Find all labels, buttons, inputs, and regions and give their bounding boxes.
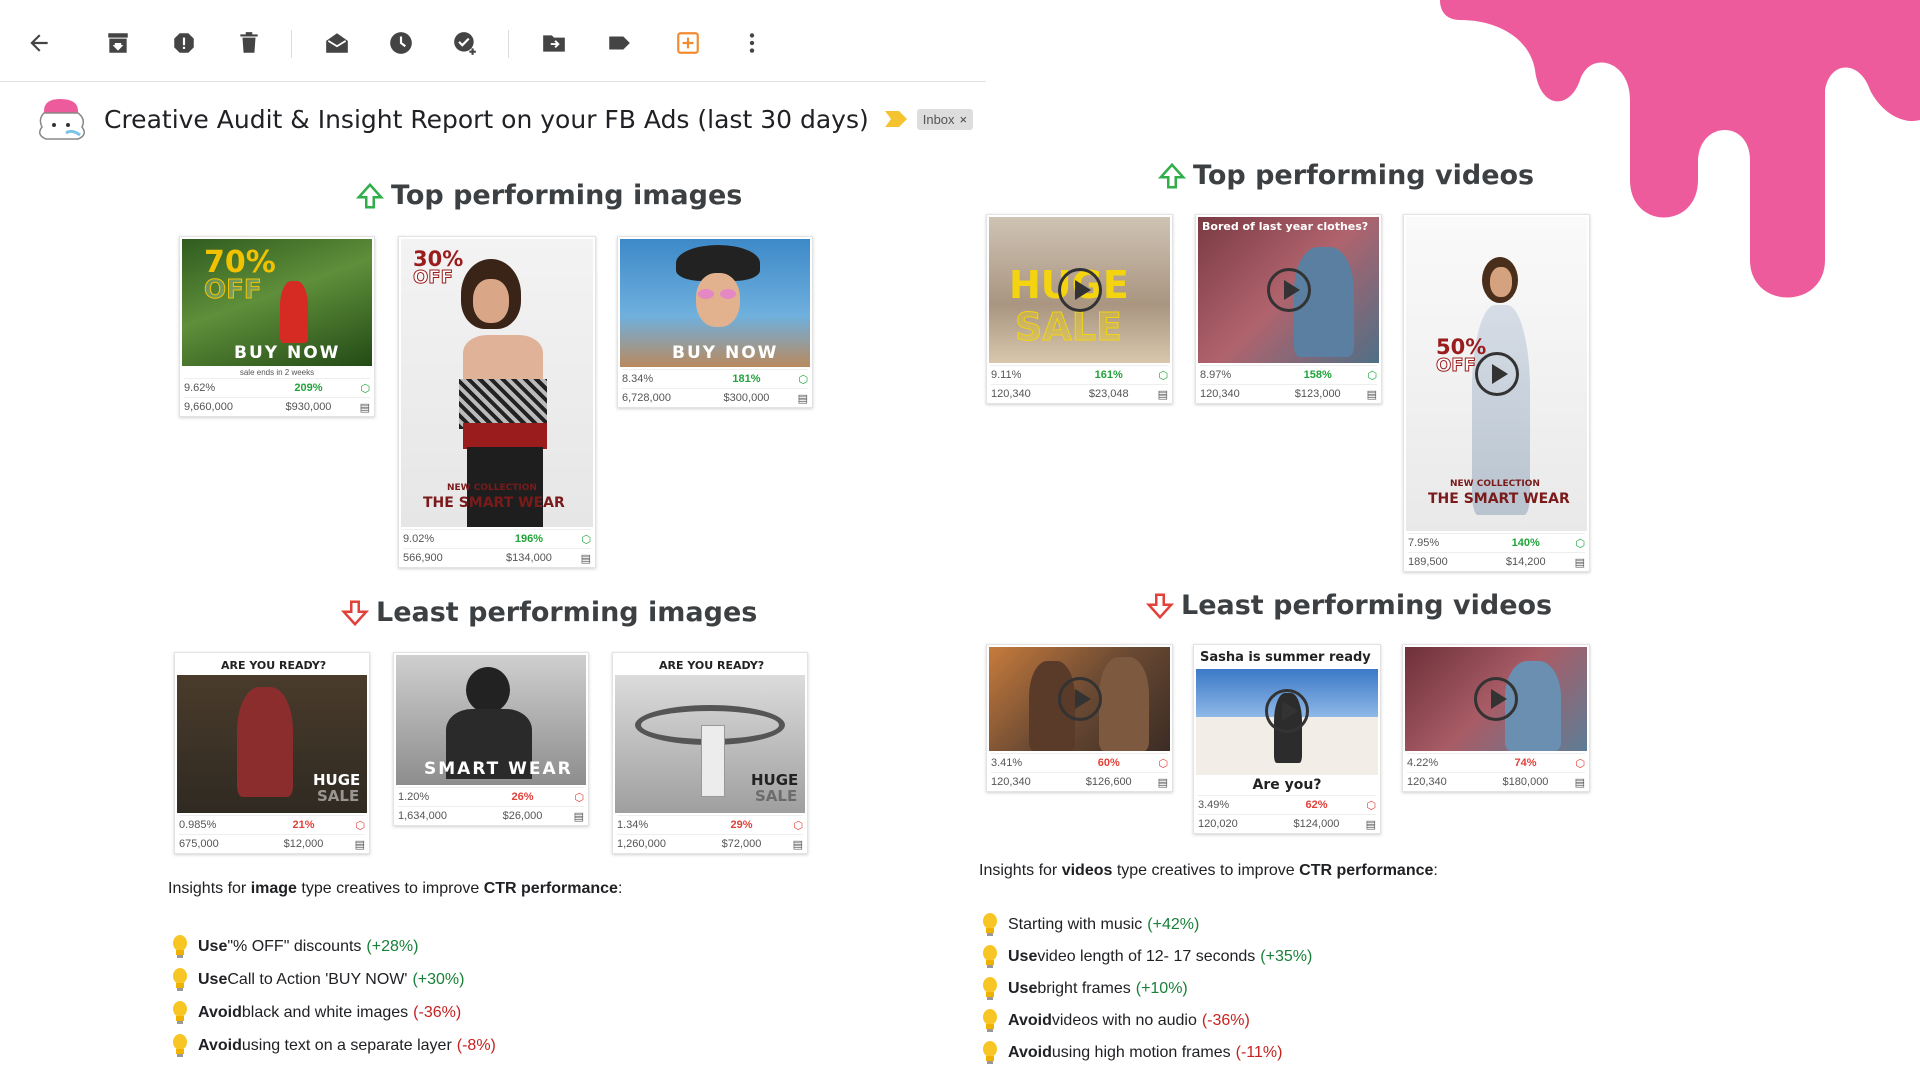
creative-card[interactable]: BUY NOW 8.34% 181% ⬡ 6,728,000 $300,000 ▤	[617, 236, 813, 408]
lightbulb-icon	[983, 977, 997, 1000]
lightbulb-icon	[173, 934, 187, 958]
creative-card[interactable]: 70% OFF BUY NOW sale ends in 2 weeks 9.6…	[179, 236, 375, 417]
insight-item: Avoid videos with no audio (-36%)	[980, 1005, 1312, 1037]
insight-item: Starting with music (+42%)	[980, 909, 1312, 941]
lightbulb-icon	[983, 945, 997, 968]
lightbulb-icon	[173, 967, 187, 991]
remove-label-button[interactable]: ×	[960, 112, 968, 127]
insight-item: Use "% OFF" discounts (+28%)	[170, 930, 496, 963]
email-view: Creative Audit & Insight Report on your …	[0, 0, 1920, 1080]
video-card[interactable]: 50% OFF NEW COLLECTION THE SMART WEAR 7.…	[1403, 214, 1590, 572]
video-thumbnail: 50% OFF NEW COLLECTION THE SMART WEAR	[1406, 217, 1587, 531]
least-videos-heading: Least performing videos	[1145, 590, 1552, 621]
creative-thumbnail: ARE YOU READY? HUGE SALE	[615, 655, 805, 813]
video-card[interactable]: Bored of last year clothes? 8.97% 158% ⬡ 1…	[1195, 214, 1382, 404]
video-thumbnail: HUGE SALE	[989, 217, 1170, 363]
play-icon[interactable]	[1057, 268, 1102, 312]
play-icon[interactable]	[1057, 677, 1102, 721]
video-insights-list: Starting with music (+42%) Use video leng…	[980, 909, 1312, 1069]
video-thumbnail	[989, 647, 1170, 751]
label-button[interactable]	[602, 26, 636, 60]
arrow-down-icon	[340, 600, 370, 626]
video-card[interactable]: 4.22% 74% ⬡ 120,340 $180,000 ▤	[1402, 644, 1590, 792]
arrow-left-icon	[30, 34, 48, 52]
creative-card[interactable]: 30% OFF NEW COLLECTION THE SMART WEAR 9.…	[398, 236, 596, 568]
inbox-label: Inbox	[922, 111, 955, 127]
lightbulb-icon	[173, 1033, 187, 1057]
play-icon[interactable]	[1474, 352, 1519, 396]
delete-button[interactable]	[232, 26, 266, 60]
sender-logo	[39, 99, 85, 140]
importance-marker-icon[interactable]	[884, 111, 907, 127]
creative-thumbnail: 70% OFF BUY NOW	[182, 239, 372, 366]
archive-icon	[108, 33, 128, 53]
image-insights-title: Insights for image type creatives to imp…	[168, 880, 623, 897]
inbox-label-chip: Inbox ×	[916, 108, 974, 130]
video-card[interactable]: HUGE SALE 9.11% 161% ⬡ 120,340 $23,048 ▤	[986, 214, 1173, 404]
creative-thumbnail: ARE YOU READY? HUGE SALE	[177, 655, 367, 813]
addon-button[interactable]	[671, 26, 705, 60]
clock-icon	[390, 32, 412, 54]
lightbulb-icon	[983, 1009, 997, 1032]
creative-card[interactable]: ARE YOU READY? HUGE SALE 1.34% 29% ⬡ 1,260…	[612, 652, 808, 854]
trash-icon	[240, 32, 258, 53]
snooze-button[interactable]	[384, 26, 418, 60]
play-icon[interactable]	[1266, 268, 1311, 312]
creative-thumbnail: SMART WEAR	[396, 655, 586, 785]
creative-thumbnail: BUY NOW	[620, 239, 810, 367]
more-options-button[interactable]	[735, 26, 769, 60]
least-images-heading: Least performing images	[340, 597, 757, 628]
more-vert-icon	[749, 33, 755, 53]
alert-icon	[174, 33, 194, 53]
image-insights-list: Use "% OFF" discounts (+28%) Use Call to …	[170, 930, 496, 1062]
folder-move-icon	[543, 35, 565, 52]
archive-button[interactable]	[101, 26, 135, 60]
lightbulb-icon	[983, 913, 997, 936]
subject-row: Creative Audit & Insight Report on your …	[30, 88, 974, 150]
creative-thumbnail: 30% OFF NEW COLLECTION THE SMART WEAR	[401, 239, 593, 527]
video-card[interactable]: 3.41% 60% ⬡ 120,340 $126,600 ▤	[986, 644, 1173, 792]
task-add-icon	[454, 32, 476, 55]
video-insights-title: Insights for videos type creatives to im…	[979, 862, 1438, 879]
insight-item: Avoid black and white images (-36%)	[170, 996, 496, 1029]
label-icon	[609, 36, 630, 50]
move-to-button[interactable]	[537, 26, 571, 60]
plus-square-icon	[677, 32, 699, 54]
insight-item: Use bright frames (+10%)	[980, 973, 1312, 1005]
video-thumbnail: Bored of last year clothes?	[1198, 217, 1379, 363]
insight-item: Avoid using high motion frames (-11%)	[980, 1037, 1312, 1069]
top-videos-heading: Top performing videos	[1157, 160, 1534, 191]
top-images-heading: Top performing images	[355, 180, 742, 211]
creative-card[interactable]: SMART WEAR 1.20% 26% ⬡ 1,634,000 $26,000 ▤	[393, 652, 589, 826]
creative-card[interactable]: ARE YOU READY? HUGE SALE 0.985% 21% ⬡ 675,…	[174, 652, 370, 854]
arrow-up-icon	[1157, 162, 1187, 188]
video-card[interactable]: Sasha is summer ready Are you? 3.49% 62% ⬡…	[1193, 644, 1381, 834]
insight-item: Avoid using text on a separate layer (-8%…	[170, 1029, 496, 1062]
insight-item: Use video length of 12- 17 seconds (+35%)	[980, 941, 1312, 973]
email-subject: Creative Audit & Insight Report on your …	[104, 104, 869, 134]
lightbulb-icon	[983, 1041, 997, 1064]
play-icon[interactable]	[1265, 689, 1309, 733]
email-toolbar	[0, 0, 986, 82]
back-button[interactable]	[22, 26, 56, 60]
arrow-down-icon	[1145, 593, 1175, 619]
insight-item: Use Call to Action 'BUY NOW' (+30%)	[170, 963, 496, 996]
video-thumbnail	[1405, 647, 1587, 751]
lightbulb-icon	[173, 1000, 187, 1024]
video-thumbnail: Sasha is summer ready	[1196, 647, 1378, 775]
envelope-open-icon	[326, 33, 348, 53]
arrow-up-icon	[355, 182, 385, 208]
mark-unread-button[interactable]	[320, 26, 354, 60]
add-to-tasks-button[interactable]	[448, 26, 482, 60]
report-spam-button[interactable]	[167, 26, 201, 60]
play-icon[interactable]	[1474, 677, 1518, 721]
